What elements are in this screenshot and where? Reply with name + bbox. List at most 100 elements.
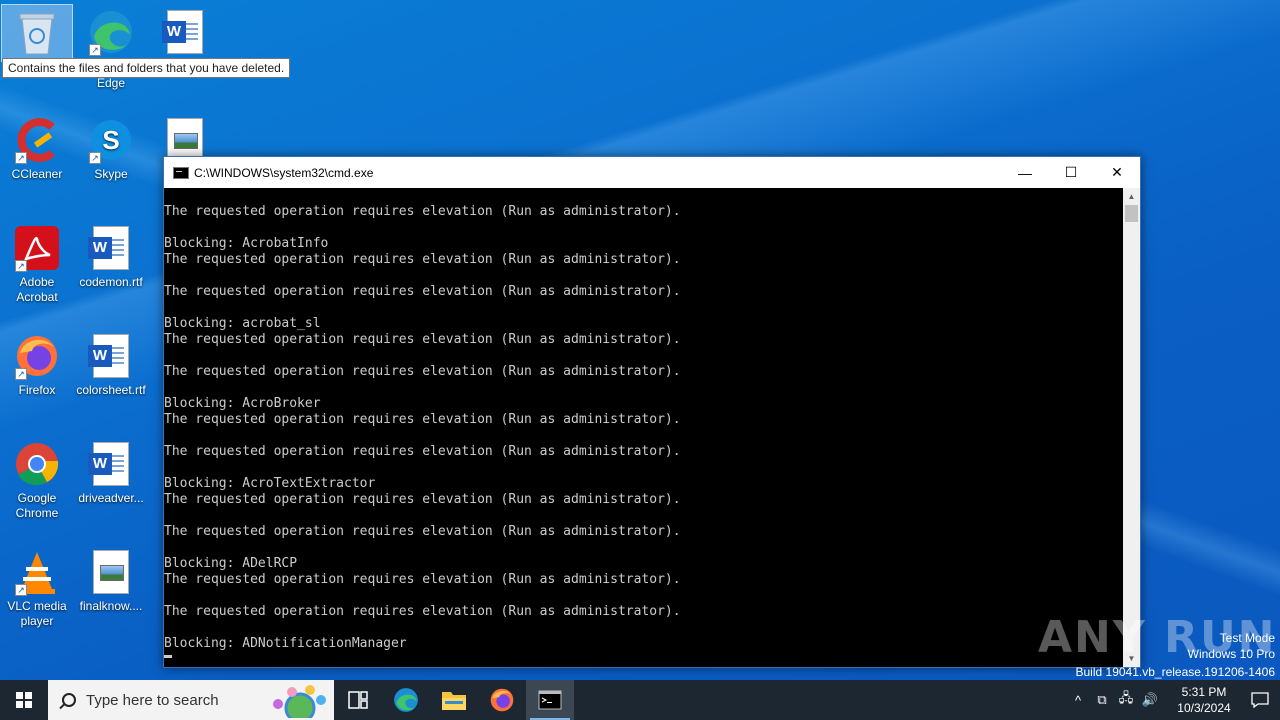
search-placeholder: Type here to search [86,691,219,709]
console-line: Blocking: AcrobatInfo [164,236,329,251]
console-line: Blocking: AcroBroker [164,396,321,411]
vertical-scrollbar[interactable]: ▲ ▼ [1123,188,1140,667]
desktop-icon-finalknow[interactable]: finalknow.... [74,548,148,614]
desktop-icon-label: CCleaner [11,167,63,181]
console-line: Blocking: acrobat_sl [164,316,321,331]
start-button[interactable] [0,680,48,720]
word-document-icon: W [88,442,129,486]
console-line: The requested operation requires elevati… [164,572,681,587]
console-icon [538,690,562,710]
action-center-button[interactable] [1240,692,1280,708]
close-button[interactable]: ✕ [1094,157,1140,188]
console-line: The requested operation requires elevati… [164,252,681,267]
shortcut-arrow-icon: ↗ [89,152,101,164]
cmd-window-title: C:\WINDOWS\system32\cmd.exe [194,165,374,180]
search-icon [62,693,76,707]
task-view-icon [348,691,368,709]
search-highlight-art-icon [273,685,326,718]
desktop-icon-label: Edge [96,76,126,90]
desktop-icon-skype[interactable]: S ↗ Skype [74,116,148,182]
taskbar-cmd[interactable] [526,680,574,720]
minimize-button[interactable]: — [1002,157,1048,188]
folder-icon [442,692,466,710]
console-line: The requested operation requires elevati… [164,604,681,619]
console-line: The requested operation requires elevati… [164,332,681,347]
system-tray: ^ ⧉ 🖧 🔊 5:31 PM 10/3/2024 [1066,680,1280,720]
maximize-icon: ☐ [1064,164,1078,180]
shortcut-arrow-icon: ↗ [15,260,27,272]
word-document-icon: W [88,334,129,378]
desktop-icon-codemon[interactable]: W codemon.rtf [74,224,148,290]
cmd-titlebar[interactable]: C:\WINDOWS\system32\cmd.exe — ☐ ✕ [164,157,1140,188]
shortcut-arrow-icon: ↗ [15,584,27,596]
scrollbar-thumb[interactable] [1125,205,1138,222]
desktop-icon-colorsheet[interactable]: W colorsheet.rtf [74,332,148,398]
shortcut-arrow-icon: ↗ [15,368,27,380]
windows-logo-icon [16,692,32,708]
desktop-icon-label: colorsheet.rtf [76,383,146,397]
desktop-icon-label: Google Chrome [15,491,59,520]
show-hidden-icons-chevron-up-icon[interactable]: ^ [1066,693,1090,708]
close-icon: ✕ [1111,164,1123,180]
desktop-icon-adobe-acrobat[interactable]: ↗ Adobe Acrobat [0,224,74,305]
desktop-icon-label: VLC media player [7,599,67,628]
desktop-icon-google-chrome[interactable]: Google Chrome [0,440,74,521]
tray-app-icon[interactable]: ⧉ [1090,692,1114,708]
scroll-up-arrow-icon[interactable]: ▲ [1123,188,1140,205]
windows-edition-label: Windows 10 Pro [1187,647,1275,661]
desktop-icon-label: Adobe Acrobat [16,275,58,304]
desktop-icon-ccleaner[interactable]: ↗ CCleaner [0,116,74,182]
volume-icon[interactable]: 🔊 [1138,692,1162,708]
desktop-icon-word-doc[interactable]: W [148,8,222,59]
maximize-button[interactable]: ☐ [1048,157,1094,188]
console-line: The requested operation requires elevati… [164,492,681,507]
desktop-icon-label: codemon.rtf [79,275,143,289]
console-line: The requested operation requires elevati… [164,284,681,299]
image-file-icon [93,550,129,594]
desktop-icon-vlc[interactable]: ↗ VLC media player [0,548,74,629]
desktop-icon-label: finalknow.... [79,599,143,613]
taskbar: Type here to search ^ ⧉ 🖧 🔊 5:31 PM 10/3… [0,680,1280,720]
desktop-icon-firefox[interactable]: ↗ Firefox [0,332,74,398]
network-icon[interactable]: 🖧 [1114,689,1138,711]
console-line: The requested operation requires elevati… [164,412,681,427]
desktop-icon-label: Skype [94,167,128,181]
console-line: Blocking: ADNotificationManager [164,636,407,651]
test-mode-label: Test Mode [1219,631,1275,645]
taskbar-search-box[interactable]: Type here to search [48,680,334,720]
desktop-icon-label: Firefox [18,383,56,397]
console-line: Blocking: AcroTextExtractor [164,476,376,491]
desktop-icon-driveadver[interactable]: W driveadver... [74,440,148,506]
console-cursor [164,655,172,658]
clock-time: 5:31 PM [1181,685,1227,699]
shortcut-arrow-icon: ↗ [15,152,27,164]
console-line: The requested operation requires elevati… [164,444,681,459]
notification-icon [1251,692,1269,708]
console-line: The requested operation requires elevati… [164,364,681,379]
word-document-icon: W [88,226,129,270]
taskbar-file-explorer[interactable] [430,680,478,720]
desktop-icon-label: driveadver... [78,491,144,505]
build-label: Build 19041.vb_release.191206-1406 [1075,665,1276,679]
recycle-bin-icon[interactable] [0,4,74,65]
clock[interactable]: 5:31 PM 10/3/2024 [1168,684,1240,716]
task-view-button[interactable] [334,680,382,720]
taskbar-firefox[interactable] [478,680,526,720]
svg-text:S: S [102,125,119,155]
edge-icon [394,688,418,712]
console-output[interactable]: The requested operation requires elevati… [164,188,1123,667]
cmd-window[interactable]: C:\WINDOWS\system32\cmd.exe — ☐ ✕ The re… [163,156,1141,668]
taskbar-edge[interactable] [382,680,430,720]
console-line: The requested operation requires elevati… [164,204,681,219]
word-document-icon: W [162,10,203,54]
desktop-icon-edge[interactable]: ↗ Edge [74,8,148,91]
